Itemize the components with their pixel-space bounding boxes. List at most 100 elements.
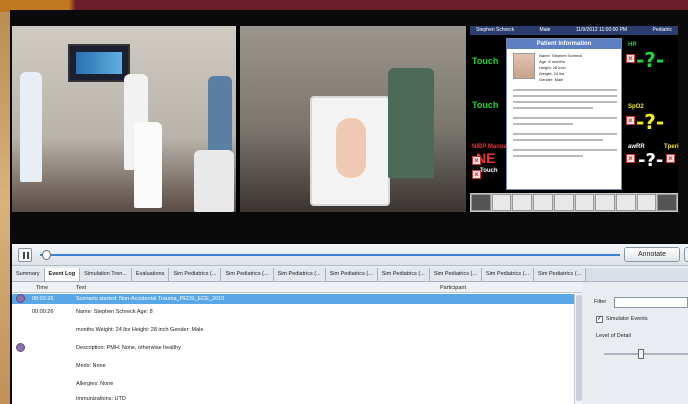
touch-label: Touch	[480, 168, 498, 174]
patient-field-name: Name: Stephen Schreck	[539, 53, 583, 58]
softkey[interactable]	[636, 194, 657, 211]
tab-event-log[interactable]: Event Log	[44, 268, 81, 281]
table-row-continued: months Weight: 24 lbs Height: 28 inch Ge…	[12, 325, 582, 335]
tab-sim-pediatrics[interactable]: Sim Pediatrics (...	[429, 268, 482, 281]
debrief-application: Annotate Summary Event Log Simulation Tr…	[12, 244, 688, 404]
table-row-continued: Immunizations: UTD	[12, 395, 582, 404]
monitor-softkey-bar	[470, 193, 678, 212]
softkey[interactable]	[595, 194, 615, 211]
table-row[interactable]: 00:00:26 Scenario started: Non-Accidenta…	[12, 294, 582, 304]
playback-toolbar: Annotate	[12, 244, 688, 266]
softkey[interactable]	[553, 194, 574, 211]
tab-sim-pediatrics[interactable]: Sim Pediatrics (...	[481, 268, 535, 281]
patient-info-popup: Patient Information Name: Stephen Schrec…	[506, 38, 622, 190]
pause-button[interactable]	[18, 248, 32, 262]
text-line	[513, 149, 617, 151]
camera-feed-bed	[240, 26, 466, 212]
field-label: Weight	[539, 71, 552, 76]
softkey[interactable]	[533, 194, 553, 211]
text-line	[513, 107, 593, 109]
patient-monitor-screen: Stephen Schreck Male 11/9/2012 11:00:00 …	[470, 26, 679, 212]
toolbar-button[interactable]	[684, 247, 688, 262]
column-header-time[interactable]: Time	[36, 283, 48, 293]
tab-sim-pediatrics[interactable]: Sim Pediatrics (...	[221, 268, 274, 281]
monitor-header-datetime: 11/9/2012 11:00:00 PM	[575, 27, 628, 33]
alarm-off-icon[interactable]: ×	[472, 156, 481, 165]
field-value: 8 months	[548, 59, 565, 64]
row-text: Name: Stephen Schreck Age: 8	[76, 309, 153, 315]
tab-bar: Summary Event Log Simulation Tren... Eva…	[12, 268, 688, 282]
touch-label: Touch	[472, 100, 499, 110]
tab-evaluations[interactable]: Evaluations	[131, 268, 170, 281]
field-label: Height	[539, 65, 551, 70]
table-header: Time Text Participant	[12, 283, 582, 293]
touch-label: Touch	[472, 56, 499, 66]
table-row-continued: Allergies: None	[12, 379, 582, 389]
row-text: months Weight: 24 lbs Height: 28 inch Ge…	[76, 327, 204, 333]
column-header-text[interactable]: Text	[76, 283, 86, 293]
softkey[interactable]	[512, 194, 533, 211]
softkey[interactable]	[471, 194, 491, 211]
infant-mannequin	[336, 118, 366, 178]
text-line	[513, 133, 617, 135]
level-of-detail-track[interactable]	[604, 353, 688, 355]
patient-info-title: Patient Information	[507, 39, 621, 49]
tab-simulation-trends[interactable]: Simulation Tren...	[80, 268, 132, 281]
filter-input[interactable]	[614, 297, 688, 308]
text-line	[513, 95, 617, 97]
table-row[interactable]: 00:00:26 Name: Stephen Schreck Age: 8	[12, 307, 582, 317]
filter-label: Filter	[594, 299, 607, 305]
level-of-detail-slider[interactable]	[638, 349, 644, 359]
row-time: 00:00:26	[32, 296, 54, 302]
row-text: Allergies: None	[76, 381, 114, 387]
timeline-track[interactable]	[40, 254, 620, 256]
patient-field-weight: Weight: 24 lbs	[539, 71, 565, 76]
softkey[interactable]	[615, 194, 636, 211]
row-time: 00:00:26	[32, 309, 54, 315]
text-line	[513, 139, 603, 141]
simulator-events-checkbox[interactable]: ✓	[596, 316, 603, 323]
tab-sim-pediatrics[interactable]: Sim Pediatrics (...	[169, 268, 222, 281]
event-icon	[16, 343, 25, 352]
alarm-off-icon[interactable]: ×	[666, 154, 675, 163]
softkey[interactable]	[574, 194, 595, 211]
table-row-continued: Description: PMH: None, otherwise health…	[12, 343, 582, 353]
rr-value: -?-	[638, 150, 664, 171]
vertical-scrollbar[interactable]	[574, 293, 582, 404]
annotate-button[interactable]: Annotate	[624, 247, 680, 262]
field-value: Male	[554, 77, 564, 82]
field-label: Gender	[539, 77, 553, 82]
tab-sim-pediatrics[interactable]: Sim Pediatrics (...	[534, 268, 587, 281]
tab-summary[interactable]: Summary	[12, 268, 45, 281]
tab-sim-pediatrics[interactable]: Sim Pediatrics (...	[377, 268, 430, 281]
field-label: Name	[539, 53, 550, 58]
hr-value: -?-	[636, 48, 665, 72]
tab-sim-pediatrics[interactable]: Sim Pediatrics (...	[325, 268, 378, 281]
text-line	[513, 101, 617, 103]
alarm-off-icon[interactable]: ×	[626, 154, 635, 163]
table-row-continued: Meds: None	[12, 361, 582, 371]
softkey[interactable]	[491, 194, 512, 211]
video-panel: Stephen Schreck Male 11/9/2012 11:00:00 …	[12, 26, 679, 212]
event-log-table: Time Text Participant 00:00:26 Scenario …	[12, 283, 582, 404]
person-figure	[388, 68, 434, 178]
camera-feed-room	[12, 26, 236, 212]
column-header-participant[interactable]: Participant	[440, 283, 466, 293]
tab-sim-pediatrics[interactable]: Sim Pediatrics (...	[273, 268, 326, 281]
event-icon	[16, 294, 25, 303]
row-text: Immunizations: UTD	[76, 396, 126, 402]
softkey[interactable]	[657, 194, 678, 211]
alarm-off-icon[interactable]: ×	[626, 54, 635, 63]
person-figure	[134, 122, 162, 208]
field-value: 28 inch	[552, 65, 566, 70]
text-line	[513, 123, 573, 125]
text-line	[513, 155, 583, 157]
monitor-header-type: Pediatric	[652, 27, 672, 33]
alarm-off-icon[interactable]: ×	[472, 170, 481, 179]
scrollbar-thumb[interactable]	[576, 295, 582, 401]
monitor-header: Stephen Schreck Male 11/9/2012 11:00:00 …	[470, 26, 678, 35]
alarm-off-icon[interactable]: ×	[626, 116, 635, 125]
timeline-handle[interactable]	[42, 250, 51, 260]
patient-field-gender: Gender: Male	[539, 77, 564, 82]
tperi-label: Tperi	[664, 144, 679, 150]
